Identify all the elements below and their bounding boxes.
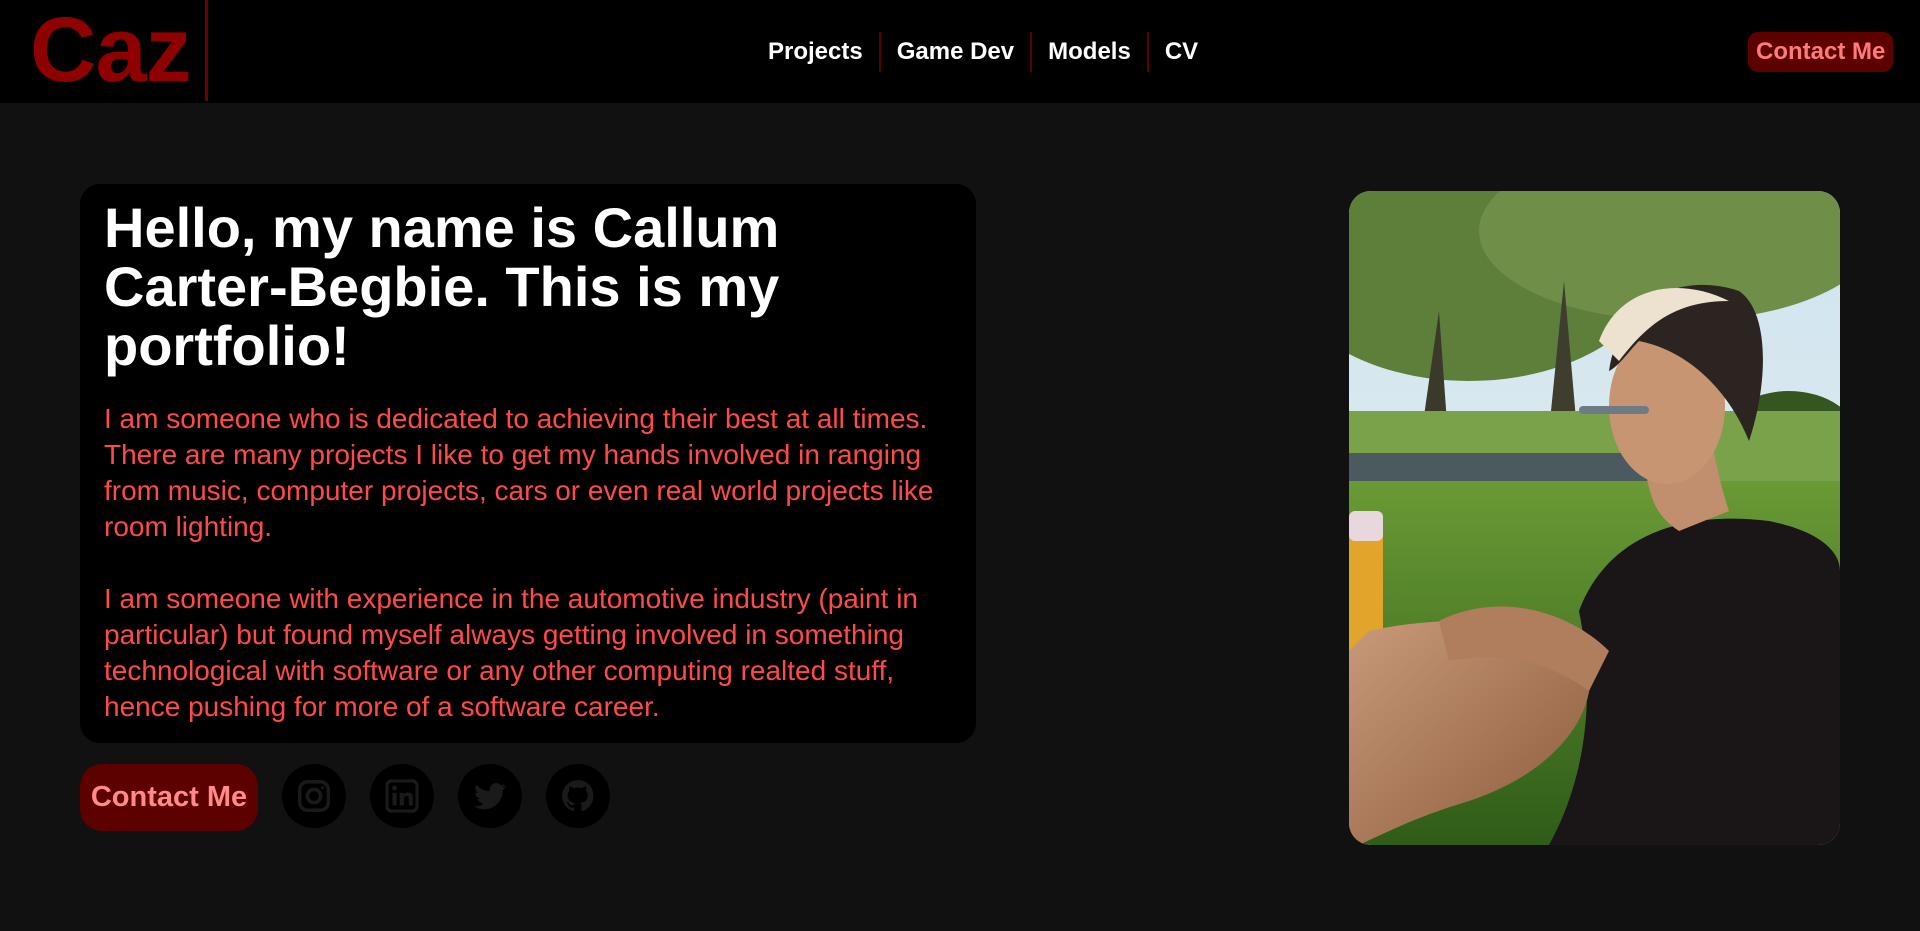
hero-title: Hello, my name is Callum Carter-Begbie. … — [104, 196, 780, 377]
site-logo[interactable]: Caz — [30, 0, 208, 101]
twitter-link[interactable] — [458, 764, 522, 828]
intro-card: Hello, my name is Callum Carter-Begbie. … — [80, 184, 976, 743]
github-icon — [562, 780, 594, 812]
intro-paragraph: I am someone who is dedicated to achievi… — [104, 403, 934, 542]
top-navbar: Caz Projects Game Dev Models CV Contact … — [0, 0, 1920, 103]
nav-link-game-dev[interactable]: Game Dev — [881, 32, 1030, 72]
instagram-link[interactable] — [282, 764, 346, 828]
nav-link-cv[interactable]: CV — [1149, 32, 1214, 72]
instagram-icon — [298, 780, 330, 812]
linkedin-link[interactable] — [370, 764, 434, 828]
contact-me-button[interactable]: Contact Me — [80, 764, 258, 831]
profile-photo — [1349, 191, 1840, 845]
linkedin-icon — [385, 779, 419, 813]
main-nav: Projects Game Dev Models CV — [752, 32, 1214, 72]
intro-paragraph: I am someone with experience in the auto… — [104, 583, 918, 722]
twitter-icon — [474, 783, 506, 810]
github-link[interactable] — [546, 764, 610, 828]
nav-link-models[interactable]: Models — [1032, 32, 1147, 72]
nav-link-projects[interactable]: Projects — [752, 32, 879, 72]
intro-description: I am someone who is dedicated to achievi… — [104, 401, 964, 725]
header-contact-button[interactable]: Contact Me — [1748, 32, 1894, 72]
